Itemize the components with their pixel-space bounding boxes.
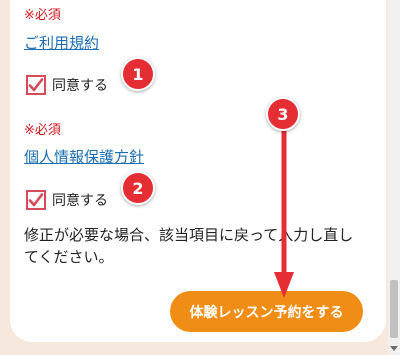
correction-note: 修正が必要な場合、該当項目に戻って入力し直してください。 xyxy=(24,226,354,266)
annotation-arrow-icon xyxy=(274,128,294,298)
scroll-down-arrow-icon[interactable] xyxy=(389,343,399,353)
privacy-agree-checkbox[interactable]: 同意する xyxy=(26,190,108,210)
annotation-badge-1: 1 xyxy=(121,57,155,91)
book-trial-lesson-button[interactable]: 体験レッスン予約をする xyxy=(170,291,363,332)
checkbox-checked-icon[interactable] xyxy=(26,190,46,210)
page-scrollbar[interactable] xyxy=(388,0,400,355)
annotation-badge-3: 3 xyxy=(266,97,300,131)
annotation-badge-2: 2 xyxy=(121,171,155,205)
scrollbar-thumb[interactable] xyxy=(390,280,398,338)
checkbox-checked-icon[interactable] xyxy=(26,75,46,95)
terms-link[interactable]: ご利用規約 xyxy=(24,33,99,53)
terms-agree-label: 同意する xyxy=(52,78,108,94)
required-label-terms: ※必須 xyxy=(24,8,61,23)
required-label-privacy: ※必須 xyxy=(24,123,61,138)
privacy-agree-label: 同意する xyxy=(52,193,108,209)
terms-agree-checkbox[interactable]: 同意する xyxy=(26,75,108,95)
privacy-policy-link[interactable]: 個人情報保護方針 xyxy=(24,147,144,167)
